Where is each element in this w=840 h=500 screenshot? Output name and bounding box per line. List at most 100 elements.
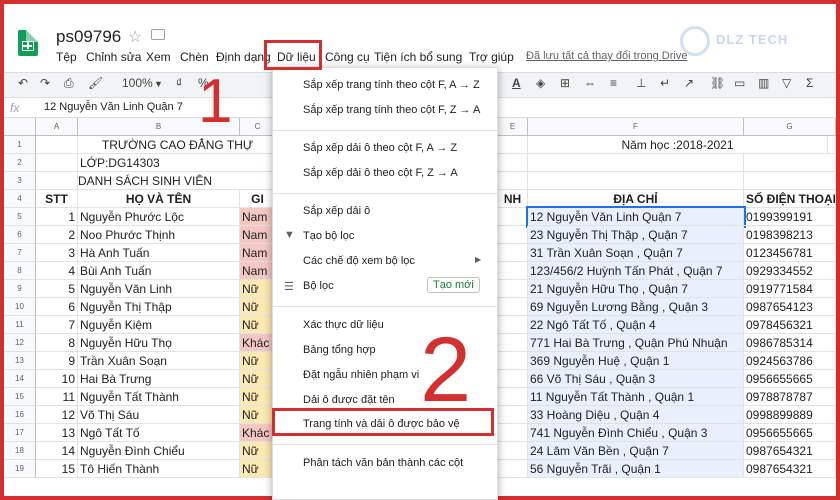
cell-f[interactable]: 741 Nguyễn Đình Chiểu , Quận 3 xyxy=(528,424,744,442)
row-number[interactable]: 13 xyxy=(4,352,36,370)
menu-item-sort-sheet-za[interactable]: Sắp xếp trang tính theo cột F, Z → A xyxy=(303,104,480,116)
currency-button[interactable]: ₫ xyxy=(176,76,182,90)
row-number[interactable]: 12 xyxy=(4,334,36,352)
cell-b[interactable]: Tô Hiến Thành xyxy=(78,460,240,478)
align-icon[interactable]: ≡ xyxy=(610,76,617,90)
menu-item-sort-range-za[interactable]: Sắp xếp dải ô theo cột F, Z → A xyxy=(303,167,458,179)
cell-e[interactable] xyxy=(498,280,528,298)
row-number[interactable]: 8 xyxy=(4,262,36,280)
rotate-icon[interactable]: ↗ xyxy=(684,76,694,90)
cell-e[interactable] xyxy=(498,370,528,388)
cell-b[interactable]: Nguyễn Tất Thành xyxy=(78,388,240,406)
row-number[interactable]: 4 xyxy=(4,190,36,208)
cell-c[interactable]: Nữ xyxy=(240,370,276,388)
cell-a[interactable] xyxy=(36,154,78,172)
cell-c[interactable]: Nữ xyxy=(240,298,276,316)
row-number[interactable]: 2 xyxy=(4,154,36,172)
cell-e[interactable] xyxy=(498,244,528,262)
menu-tools[interactable]: Công cụ xyxy=(325,50,370,64)
cell-c[interactable]: Nữ xyxy=(240,316,276,334)
menu-item-slicer[interactable]: Bộ lọc xyxy=(303,280,334,292)
cell-f[interactable]: 369 Nguyễn Huệ , Quận 1 xyxy=(528,352,744,370)
cell-c[interactable]: Nam xyxy=(240,226,276,244)
menu-item-filter-views[interactable]: Các chế độ xem bộ lọc xyxy=(303,255,415,267)
redo-icon[interactable]: ↷ xyxy=(40,76,50,90)
cell-f[interactable]: 31 Trần Xuân Soạn , Quận 7 xyxy=(528,244,744,262)
zoom-select[interactable]: 100% xyxy=(122,76,153,90)
menu-item-create-filter[interactable]: Tạo bộ lọc xyxy=(303,230,354,242)
cell-a[interactable]: 8 xyxy=(36,334,78,352)
cell-b[interactable]: Noo Phước Thịnh xyxy=(78,226,240,244)
cell-e[interactable] xyxy=(498,388,528,406)
menu-item-data-validation[interactable]: Xác thực dữ liệu xyxy=(303,319,384,331)
column-header-e[interactable]: E xyxy=(498,118,528,136)
cell-a[interactable]: 12 xyxy=(36,406,78,424)
cell-g[interactable]: 0987654321 xyxy=(744,442,836,460)
borders-icon[interactable]: ⊞ xyxy=(560,76,570,90)
cell-b[interactable]: Nguyễn Đình Chiểu xyxy=(78,442,240,460)
cell-b[interactable]: Trần Xuân Soạn xyxy=(78,352,240,370)
cell-e[interactable] xyxy=(498,334,528,352)
cell-g[interactable]: 0929334552 xyxy=(744,262,836,280)
menu-view[interactable]: Xem xyxy=(146,50,171,64)
cell-c[interactable]: Nữ xyxy=(240,352,276,370)
menu-item-sort-sheet-az[interactable]: Sắp xếp trang tính theo cột F, A → Z xyxy=(303,79,480,91)
cell-e[interactable] xyxy=(498,424,528,442)
undo-icon[interactable]: ↶ xyxy=(18,76,28,90)
cell-e[interactable] xyxy=(498,316,528,334)
menu-edit[interactable]: Chỉnh sửa xyxy=(86,50,141,64)
menu-item-named-ranges[interactable]: Dải ô được đặt tên xyxy=(303,394,395,406)
cell-a[interactable]: 10 xyxy=(36,370,78,388)
cell-b[interactable]: HỌ VÀ TÊN xyxy=(78,190,240,208)
cell-g[interactable]: 0924563786 xyxy=(744,352,836,370)
chart-icon[interactable]: ▥ xyxy=(758,76,769,90)
row-number[interactable]: 7 xyxy=(4,244,36,262)
cell-a[interactable]: 6 xyxy=(36,298,78,316)
star-icon[interactable]: ☆ xyxy=(128,27,142,47)
cell-e[interactable] xyxy=(498,262,528,280)
cell-c[interactable] xyxy=(240,136,276,154)
cell-a[interactable]: 7 xyxy=(36,316,78,334)
cell-f[interactable]: ĐỊA CHỈ xyxy=(528,190,744,208)
cell-c[interactable]: Nam xyxy=(240,244,276,262)
cell-g[interactable]: 0199399191 xyxy=(744,208,836,226)
cell-g[interactable]: 0123456781 xyxy=(744,244,836,262)
cell-c[interactable] xyxy=(240,172,276,190)
cell-c[interactable] xyxy=(240,154,276,172)
cell-a[interactable]: 11 xyxy=(36,388,78,406)
cell-f[interactable]: 123/456/2 Huỳnh Tấn Phát , Quận 7 xyxy=(528,262,744,280)
wrap-icon[interactable]: ↵ xyxy=(660,76,670,90)
cell-b[interactable]: Nguyễn Kiệm xyxy=(78,316,240,334)
cell-g[interactable] xyxy=(744,136,836,154)
cell-e[interactable] xyxy=(498,136,528,154)
cell-e[interactable] xyxy=(498,172,528,190)
cell-a[interactable]: 2 xyxy=(36,226,78,244)
row-number[interactable]: 3 xyxy=(4,172,36,190)
menu-addons[interactable]: Tiện ích bổ sung xyxy=(374,50,462,64)
cell-e[interactable] xyxy=(498,226,528,244)
comment-icon[interactable]: ▭ xyxy=(734,76,745,90)
menu-file[interactable]: Tệp xyxy=(56,50,77,64)
cell-f[interactable]: 771 Hai Bà Trưng , Quận Phú Nhuận xyxy=(528,334,744,352)
cell-g[interactable]: 0986785314 xyxy=(744,334,836,352)
folder-icon[interactable] xyxy=(151,29,165,40)
cell-a[interactable]: 13 xyxy=(36,424,78,442)
cell-a[interactable]: 9 xyxy=(36,352,78,370)
fill-color-icon[interactable]: ◈ xyxy=(536,76,545,90)
row-number[interactable]: 14 xyxy=(4,370,36,388)
row-number[interactable]: 1 xyxy=(4,136,36,154)
cell-e[interactable] xyxy=(498,298,528,316)
cell-f[interactable]: 22 Ngô Tất Tố , Quận 4 xyxy=(528,316,744,334)
cell-f[interactable]: 23 Nguyễn Thị Thập , Quận 7 xyxy=(528,226,744,244)
filter-icon[interactable]: ▽ xyxy=(782,76,791,90)
cell-a[interactable]: 1 xyxy=(36,208,78,226)
cell-g[interactable]: 0978456321 xyxy=(744,316,836,334)
menu-insert[interactable]: Chèn xyxy=(180,50,209,64)
cell-e[interactable] xyxy=(498,154,528,172)
menu-format[interactable]: Định dạng xyxy=(216,50,271,64)
cell-b[interactable]: Hai Bà Trưng xyxy=(78,370,240,388)
row-number[interactable]: 17 xyxy=(4,424,36,442)
cell-c[interactable]: Nữ xyxy=(240,280,276,298)
row-number[interactable]: 15 xyxy=(4,388,36,406)
merge-icon[interactable]: ⇔ xyxy=(584,76,596,90)
